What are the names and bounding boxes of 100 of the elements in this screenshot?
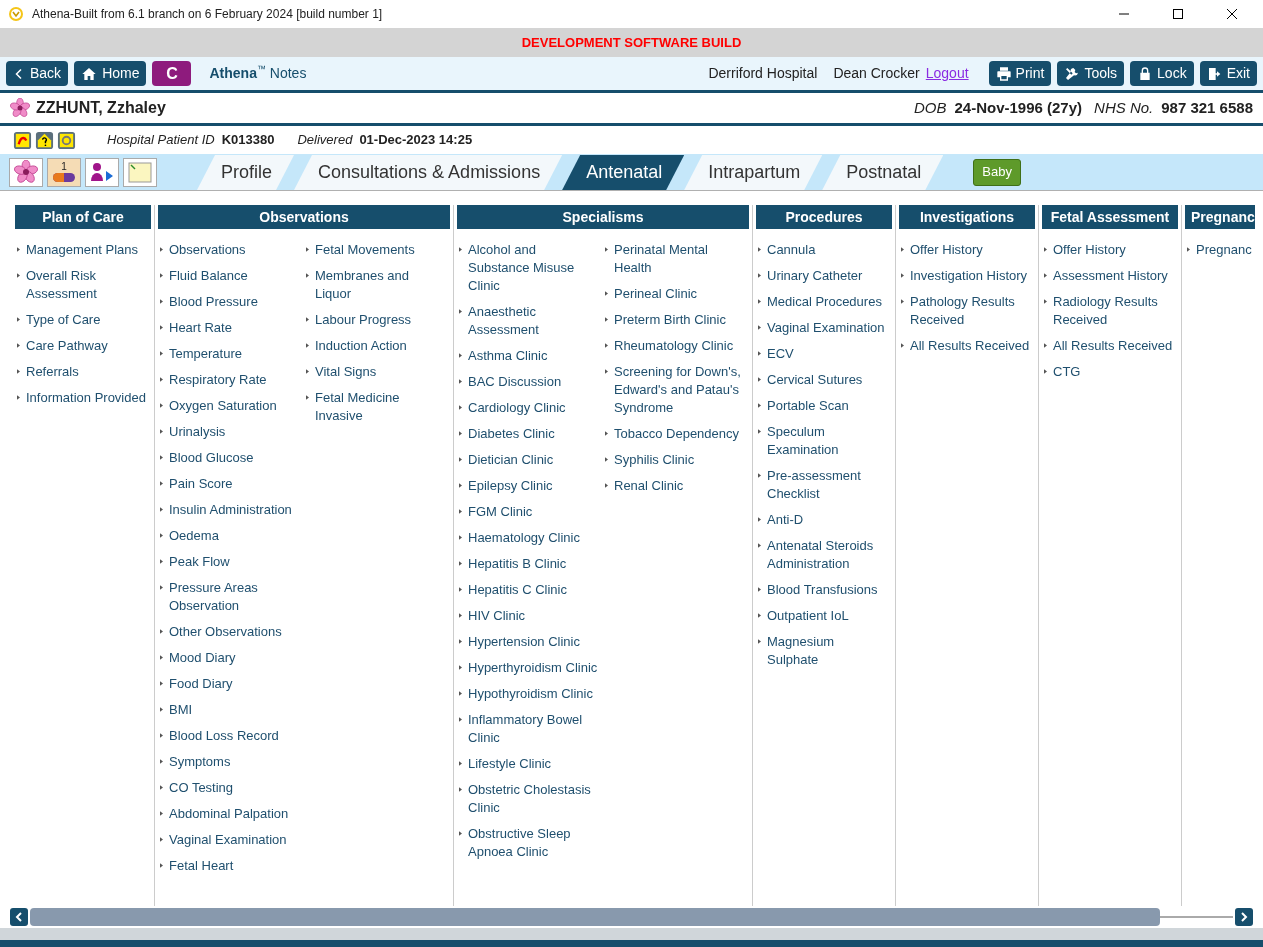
tab[interactable]: Consultations & Admissions: [294, 155, 563, 190]
menu-link[interactable]: Anaesthetic Assessment: [468, 303, 600, 339]
menu-link[interactable]: Information Provided: [26, 389, 146, 407]
menu-link[interactable]: Vaginal Examination: [169, 831, 287, 849]
scroll-right-button[interactable]: [1235, 908, 1253, 926]
menu-link[interactable]: Asthma Clinic: [468, 347, 548, 365]
letter-button[interactable]: C: [152, 61, 192, 86]
menu-link[interactable]: Outpatient IoL: [767, 607, 849, 625]
tab[interactable]: Antenatal: [562, 155, 685, 190]
menu-link[interactable]: FGM Clinic: [468, 503, 533, 521]
menu-link[interactable]: Preterm Birth Clinic: [614, 311, 726, 329]
menu-link[interactable]: Offer History: [1053, 241, 1126, 259]
menu-link[interactable]: Pressure Areas Observation: [169, 579, 301, 615]
exit-button[interactable]: Exit: [1199, 61, 1257, 86]
menu-link[interactable]: Obstetric Cholestasis Clinic: [468, 781, 600, 817]
tools-button[interactable]: Tools: [1057, 61, 1125, 86]
menu-link[interactable]: Membranes and Liquor: [315, 267, 447, 303]
menu-link[interactable]: Medical Procedures: [767, 293, 882, 311]
menu-link[interactable]: Food Diary: [169, 675, 233, 693]
menu-link[interactable]: Type of Care: [26, 311, 101, 329]
menu-link[interactable]: HIV Clinic: [468, 607, 526, 625]
logout-link[interactable]: Logout: [925, 63, 969, 84]
menu-link[interactable]: All Results Received: [910, 337, 1030, 355]
menu-link[interactable]: Insulin Administration: [169, 501, 292, 519]
home-button[interactable]: Home: [74, 61, 147, 86]
menu-link[interactable]: Vaginal Examination: [767, 319, 885, 337]
menu-link[interactable]: Hyperthyroidism Clinic: [468, 659, 598, 677]
menu-link[interactable]: Management Plans: [26, 241, 138, 259]
menu-link[interactable]: Pathology Results Received: [910, 293, 1032, 329]
medication-button[interactable]: 1: [47, 157, 81, 187]
menu-link[interactable]: Screening for Down's, Edward's and Patau's Syndrome: [614, 363, 746, 417]
menu-link[interactable]: Pain Score: [169, 475, 233, 493]
menu-link[interactable]: Haematology Clinic: [468, 529, 580, 547]
menu-link[interactable]: Rheumatology Clinic: [614, 337, 734, 355]
menu-link[interactable]: Magnesium Sulphate: [767, 633, 889, 669]
menu-link[interactable]: All Results Received: [1053, 337, 1173, 355]
menu-link[interactable]: Blood Pressure: [169, 293, 258, 311]
menu-link[interactable]: Cervical Sutures: [767, 371, 863, 389]
menu-link[interactable]: CO Testing: [169, 779, 234, 797]
menu-link[interactable]: Pregnanc: [1196, 241, 1252, 259]
menu-link[interactable]: Dietician Clinic: [468, 451, 554, 469]
menu-link[interactable]: Symptoms: [169, 753, 231, 771]
menu-link[interactable]: Cannula: [767, 241, 816, 259]
menu-link[interactable]: Fetal Movements: [315, 241, 415, 259]
person-arrow-button[interactable]: [85, 157, 119, 187]
menu-link[interactable]: Peak Flow: [169, 553, 230, 571]
menu-link[interactable]: Cardiology Clinic: [468, 399, 566, 417]
menu-link[interactable]: Blood Loss Record: [169, 727, 279, 745]
menu-link[interactable]: Overall Risk Assessment: [26, 267, 148, 303]
menu-link[interactable]: Fetal Medicine Invasive: [315, 389, 447, 425]
menu-link[interactable]: Investigation History: [910, 267, 1028, 285]
menu-link[interactable]: Alcohol and Substance Misuse Clinic: [468, 241, 600, 295]
menu-link[interactable]: CTG: [1053, 363, 1081, 381]
scroll-left-button[interactable]: [10, 908, 28, 926]
menu-link[interactable]: Tobacco Dependency: [614, 425, 740, 443]
tab[interactable]: Postnatal: [822, 155, 944, 190]
menu-link[interactable]: Mood Diary: [169, 649, 236, 667]
menu-link[interactable]: Lifestyle Clinic: [468, 755, 552, 773]
menu-link[interactable]: Abdominal Palpation: [169, 805, 289, 823]
menu-link[interactable]: Syphilis Clinic: [614, 451, 695, 469]
menu-link[interactable]: Obstructive Sleep Apnoea Clinic: [468, 825, 600, 861]
menu-link[interactable]: BMI: [169, 701, 193, 719]
back-button[interactable]: Back: [6, 61, 69, 86]
menu-link[interactable]: Hypothyroidism Clinic: [468, 685, 593, 703]
menu-link[interactable]: Induction Action: [315, 337, 407, 355]
menu-link[interactable]: Offer History: [910, 241, 983, 259]
menu-link[interactable]: Care Pathway: [26, 337, 108, 355]
scrollbar-thumb[interactable]: [30, 908, 1160, 926]
menu-link[interactable]: Antenatal Steroids Administration: [767, 537, 889, 573]
menu-link[interactable]: Inflammatory Bowel Clinic: [468, 711, 600, 747]
tab[interactable]: Profile: [197, 155, 295, 190]
menu-link[interactable]: Radiology Results Received: [1053, 293, 1175, 329]
menu-link[interactable]: Observations: [169, 241, 246, 259]
menu-link[interactable]: Perineal Clinic: [614, 285, 698, 303]
menu-link[interactable]: Renal Clinic: [614, 477, 684, 495]
menu-link[interactable]: BAC Discussion: [468, 373, 562, 391]
menu-link[interactable]: Other Observations: [169, 623, 282, 641]
menu-link[interactable]: Referrals: [26, 363, 79, 381]
menu-link[interactable]: Blood Glucose: [169, 449, 254, 467]
menu-link[interactable]: Oxygen Saturation: [169, 397, 277, 415]
menu-link[interactable]: Temperature: [169, 345, 242, 363]
menu-link[interactable]: Blood Transfusions: [767, 581, 878, 599]
lock-button[interactable]: Lock: [1130, 61, 1194, 86]
menu-link[interactable]: Fetal Heart: [169, 857, 234, 875]
menu-link[interactable]: Heart Rate: [169, 319, 232, 337]
menu-link[interactable]: Diabetes Clinic: [468, 425, 555, 443]
menu-link[interactable]: Respiratory Rate: [169, 371, 267, 389]
menu-link[interactable]: Hepatitis C Clinic: [468, 581, 567, 599]
menu-link[interactable]: Vital Signs: [315, 363, 377, 381]
menu-link[interactable]: Hypertension Clinic: [468, 633, 580, 651]
menu-link[interactable]: Labour Progress: [315, 311, 412, 329]
menu-link[interactable]: Perinatal Mental Health: [614, 241, 746, 277]
menu-link[interactable]: Epilepsy Clinic: [468, 477, 553, 495]
menu-link[interactable]: Urinalysis: [169, 423, 226, 441]
menu-link[interactable]: Speculum Examination: [767, 423, 889, 459]
menu-link[interactable]: Portable Scan: [767, 397, 849, 415]
menu-link[interactable]: Assessment History: [1053, 267, 1168, 285]
menu-link[interactable]: Oedema: [169, 527, 219, 545]
print-button[interactable]: Print: [988, 61, 1052, 86]
menu-link[interactable]: Urinary Catheter: [767, 267, 863, 285]
